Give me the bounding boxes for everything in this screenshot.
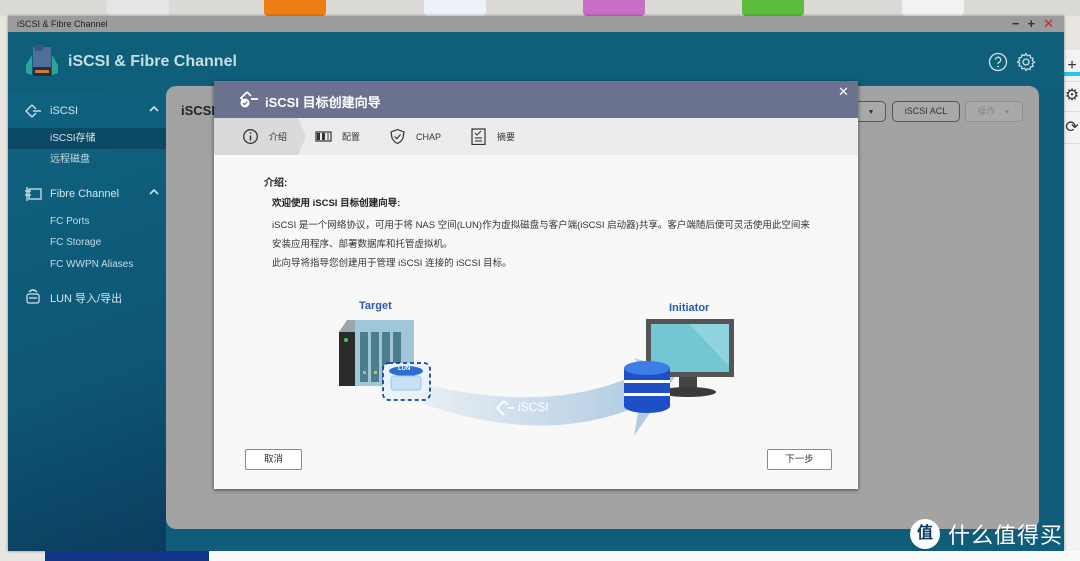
app-title: iSCSI & Fibre Channel (68, 53, 237, 70)
iscsi-diagram: Target Initiator LUN iSCSI (334, 296, 744, 446)
chevron-up-icon[interactable] (148, 103, 160, 115)
refresh-icon[interactable]: ⟳ (1064, 112, 1080, 144)
step-config[interactable]: 配置 (315, 118, 360, 155)
dialog-title: iSCSI 目标创建向导 (265, 95, 381, 110)
intro-paragraph-2: 此向导将指导您创建用于管理 iSCSI 连接的 iSCSI 目标。 (272, 258, 512, 269)
actions-dropdown-button[interactable]: 操作 ▼ (965, 101, 1023, 122)
help-icon[interactable] (988, 52, 1008, 72)
watermark: 值 什么值得买 (910, 518, 1063, 550)
desktop-bottom (209, 551, 1080, 561)
desktop-app-icon-grid[interactable] (583, 0, 645, 16)
clipboard-icon (471, 128, 486, 145)
window-titlebar[interactable]: iSCSI & Fibre Channel − + ✕ (8, 16, 1064, 32)
settings-gear-icon[interactable] (1016, 52, 1036, 72)
wizard-link-icon (239, 91, 258, 108)
window-controls: − + ✕ (1012, 16, 1054, 32)
add-icon[interactable]: + (1064, 50, 1080, 82)
sidebar-group-label: iSCSI (50, 105, 79, 117)
lun-label: LUN (398, 366, 411, 372)
dialog-close-button[interactable]: ✕ (838, 85, 850, 98)
step-label: 介绍 (269, 132, 288, 142)
intro-heading: 介绍: (264, 178, 288, 189)
side-widget-strip: + ⚙ ⟳ (1064, 50, 1080, 561)
step-summary[interactable]: 摘要 (470, 118, 515, 155)
diagram-art (339, 319, 734, 436)
taskbar-segment (45, 551, 209, 561)
iscsi-acl-button[interactable]: iSCSI ACL (892, 101, 960, 122)
intro-paragraph-1: iSCSI 是一个网络协议，可用于将 NAS 空间(LUN)作为虚拟磁盘与客户端… (272, 220, 810, 250)
sidebar-group-label: Fibre Channel (50, 188, 120, 200)
minimize-button[interactable]: − (1012, 16, 1020, 32)
sidebar: iSCSI iSCSI存储 远程磁盘 Fibre Channel FC Port… (8, 92, 166, 551)
shield-check-icon (390, 128, 405, 145)
fibre-channel-icon (25, 187, 42, 201)
protocol-label: iSCSI (518, 400, 549, 414)
desktop-app-icon-settings[interactable] (107, 0, 169, 16)
sidebar-group-iscsi[interactable]: iSCSI (8, 98, 166, 124)
step-chap[interactable]: CHAP (389, 118, 441, 155)
config-icon (315, 131, 332, 142)
maximize-button[interactable]: + (1028, 16, 1036, 32)
step-intro[interactable]: 介绍 (242, 118, 287, 155)
watermark-text: 什么值得买 (948, 523, 1064, 548)
accent-bar (1064, 72, 1080, 76)
window-title: iSCSI & Fibre Channel (17, 19, 108, 29)
sidebar-group-label: LUN 导入/导出 (50, 293, 123, 305)
caret-down-icon: ▼ (867, 109, 875, 116)
iscsi-icon (25, 104, 41, 118)
sidebar-item-fc-storage[interactable]: FC Storage (8, 232, 166, 253)
close-window-button[interactable]: ✕ (1043, 16, 1054, 32)
desktop-icon-strip (0, 0, 1080, 16)
step-label: 摘要 (497, 132, 516, 142)
desktop-app-icon-colorful[interactable] (902, 0, 964, 16)
caret-down-icon: ▼ (1003, 109, 1011, 116)
target-label: Target (359, 300, 392, 312)
intro-welcome: 欢迎使用 iSCSI 目标创建向导: (272, 198, 401, 209)
wizard-steps: 介绍 配置 CHAP 摘要 (214, 118, 858, 155)
app-logo-icon (26, 45, 58, 76)
step-label: CHAP (416, 131, 442, 142)
cancel-button[interactable]: 取消 (245, 449, 302, 470)
database-icon (624, 361, 670, 413)
sidebar-item-fc-wwpn-aliases[interactable]: FC WWPN Aliases (8, 254, 166, 275)
step-label: 配置 (342, 132, 361, 142)
dialog-header[interactable]: iSCSI 目标创建向导 ✕ (214, 81, 858, 118)
sidebar-group-fibre-channel[interactable]: Fibre Channel (8, 181, 166, 207)
iscsi-acl-label: iSCSI ACL (904, 106, 948, 116)
actions-label: 操作 (977, 106, 996, 116)
chevron-up-icon[interactable] (148, 186, 160, 198)
info-icon (243, 129, 258, 144)
desktop-app-icon-green[interactable] (742, 0, 804, 16)
initiator-label: Initiator (669, 302, 710, 314)
gear-icon[interactable]: ⚙ (1064, 80, 1080, 112)
sidebar-item-iscsi-storage[interactable]: iSCSI存储 (8, 128, 166, 149)
sidebar-item-fc-ports[interactable]: FC Ports (8, 211, 166, 232)
iscsi-target-wizard-dialog: iSCSI 目标创建向导 ✕ 介绍 配置 CHAP 摘要 介绍: 欢迎使用 iS… (214, 81, 858, 489)
desktop-app-icon-sync[interactable] (424, 0, 486, 16)
desktop-app-icon-orange[interactable] (264, 0, 326, 16)
lun-import-export-icon (26, 289, 40, 304)
sidebar-group-lun-import-export[interactable]: LUN 导入/导出 (8, 283, 166, 309)
next-button[interactable]: 下一步 (767, 449, 832, 470)
content-title: iSCSI (181, 103, 215, 118)
watermark-badge: 值 (910, 519, 940, 549)
sidebar-item-remote-disk[interactable]: 远程磁盘 (8, 149, 166, 170)
